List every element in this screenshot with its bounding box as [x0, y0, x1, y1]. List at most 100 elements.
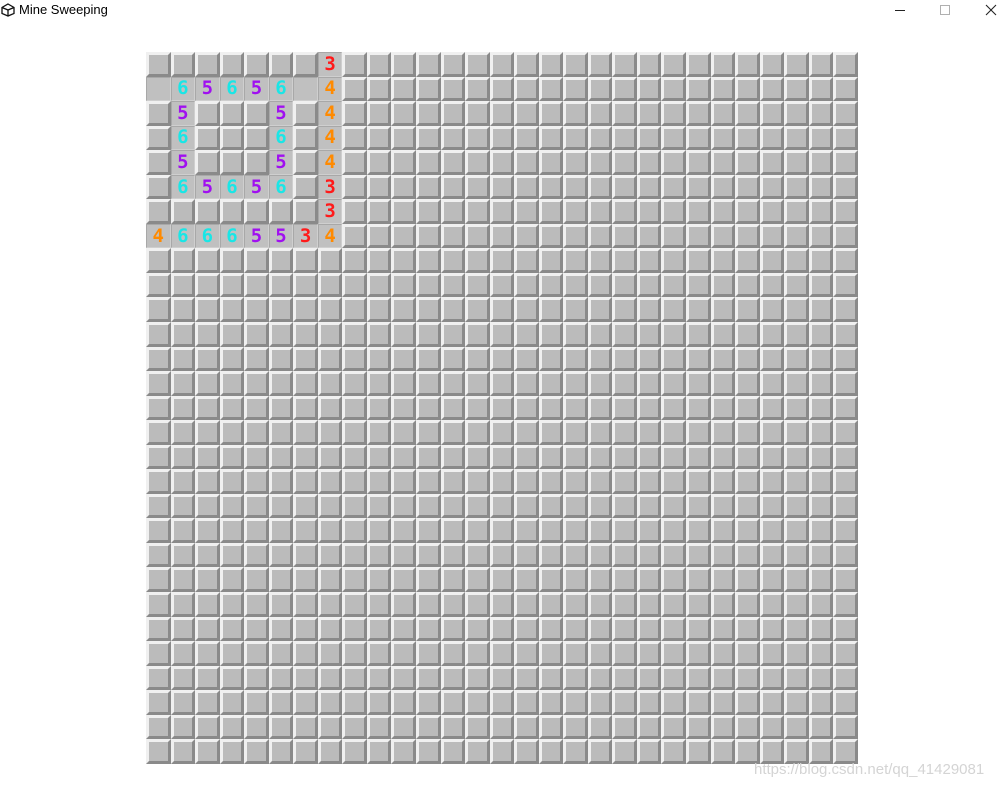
- covered-cell[interactable]: [342, 297, 367, 323]
- covered-cell[interactable]: [784, 665, 809, 691]
- covered-cell[interactable]: [784, 641, 809, 666]
- covered-cell[interactable]: [293, 641, 318, 666]
- covered-cell[interactable]: [268, 714, 294, 740]
- covered-cell[interactable]: [612, 199, 637, 224]
- covered-cell[interactable]: [440, 641, 466, 666]
- covered-cell[interactable]: [391, 272, 417, 298]
- covered-cell[interactable]: [612, 395, 637, 421]
- covered-cell[interactable]: [293, 714, 318, 740]
- covered-cell[interactable]: [465, 665, 490, 691]
- covered-cell[interactable]: [833, 297, 858, 323]
- covered-cell[interactable]: [391, 739, 417, 764]
- covered-cell[interactable]: [759, 125, 785, 151]
- revealed-cell-number[interactable]: 4: [317, 125, 343, 151]
- covered-cell[interactable]: [416, 297, 441, 323]
- covered-cell[interactable]: [366, 371, 392, 396]
- covered-cell[interactable]: [195, 542, 220, 568]
- revealed-cell-number[interactable]: 6: [170, 223, 196, 249]
- covered-cell[interactable]: [612, 567, 637, 593]
- covered-cell[interactable]: [416, 272, 441, 298]
- covered-cell[interactable]: [710, 52, 736, 77]
- covered-cell[interactable]: [146, 518, 171, 543]
- covered-cell[interactable]: [686, 739, 711, 764]
- covered-cell[interactable]: [342, 690, 367, 715]
- covered-cell[interactable]: [563, 420, 588, 445]
- covered-cell[interactable]: [587, 371, 613, 396]
- covered-cell[interactable]: [244, 493, 269, 519]
- covered-cell[interactable]: [244, 248, 269, 273]
- covered-cell[interactable]: [317, 322, 343, 347]
- covered-cell[interactable]: [293, 125, 318, 151]
- covered-cell[interactable]: [416, 469, 441, 494]
- covered-cell[interactable]: [366, 346, 392, 372]
- covered-cell[interactable]: [416, 444, 441, 470]
- covered-cell[interactable]: [293, 371, 318, 396]
- covered-cell[interactable]: [538, 322, 564, 347]
- covered-cell[interactable]: [686, 76, 711, 102]
- covered-cell[interactable]: [612, 52, 637, 77]
- covered-cell[interactable]: [710, 395, 736, 421]
- covered-cell[interactable]: [759, 665, 785, 691]
- covered-cell[interactable]: [170, 714, 196, 740]
- covered-cell[interactable]: [416, 542, 441, 568]
- covered-cell[interactable]: [833, 518, 858, 543]
- covered-cell[interactable]: [587, 616, 613, 642]
- covered-cell[interactable]: [735, 469, 760, 494]
- covered-cell[interactable]: [686, 125, 711, 151]
- covered-cell[interactable]: [489, 395, 515, 421]
- covered-cell[interactable]: [146, 739, 171, 764]
- covered-cell[interactable]: [587, 567, 613, 593]
- revealed-cell-number[interactable]: 6: [219, 223, 245, 249]
- covered-cell[interactable]: [219, 248, 245, 273]
- covered-cell[interactable]: [661, 542, 687, 568]
- covered-cell[interactable]: [784, 690, 809, 715]
- covered-cell[interactable]: [686, 223, 711, 249]
- covered-cell[interactable]: [366, 199, 392, 224]
- covered-cell[interactable]: [808, 101, 834, 126]
- covered-cell[interactable]: [759, 641, 785, 666]
- revealed-cell-number[interactable]: 3: [293, 223, 318, 249]
- covered-cell[interactable]: [195, 297, 220, 323]
- covered-cell[interactable]: [317, 469, 343, 494]
- covered-cell[interactable]: [686, 493, 711, 519]
- revealed-cell-number[interactable]: 5: [195, 174, 220, 200]
- covered-cell[interactable]: [538, 641, 564, 666]
- covered-cell[interactable]: [170, 371, 196, 396]
- covered-cell[interactable]: [489, 469, 515, 494]
- covered-cell[interactable]: [710, 297, 736, 323]
- covered-cell[interactable]: [195, 665, 220, 691]
- covered-cell[interactable]: [268, 346, 294, 372]
- covered-cell[interactable]: [416, 125, 441, 151]
- covered-cell[interactable]: [317, 641, 343, 666]
- covered-cell[interactable]: [833, 592, 858, 617]
- covered-cell[interactable]: [636, 444, 662, 470]
- revealed-cell-number[interactable]: 5: [244, 223, 269, 249]
- covered-cell[interactable]: [686, 346, 711, 372]
- covered-cell[interactable]: [440, 371, 466, 396]
- covered-cell[interactable]: [538, 592, 564, 617]
- covered-cell[interactable]: [391, 567, 417, 593]
- covered-cell[interactable]: [416, 223, 441, 249]
- covered-cell[interactable]: [342, 714, 367, 740]
- covered-cell[interactable]: [195, 493, 220, 519]
- covered-cell[interactable]: [170, 493, 196, 519]
- covered-cell[interactable]: [465, 592, 490, 617]
- covered-cell[interactable]: [784, 199, 809, 224]
- covered-cell[interactable]: [636, 641, 662, 666]
- covered-cell[interactable]: [587, 641, 613, 666]
- covered-cell[interactable]: [440, 739, 466, 764]
- covered-cell[interactable]: [366, 665, 392, 691]
- covered-cell[interactable]: [293, 739, 318, 764]
- covered-cell[interactable]: [636, 371, 662, 396]
- covered-cell[interactable]: [391, 518, 417, 543]
- revealed-cell-number[interactable]: 6: [195, 223, 220, 249]
- covered-cell[interactable]: [195, 248, 220, 273]
- covered-cell[interactable]: [317, 272, 343, 298]
- covered-cell[interactable]: [391, 150, 417, 175]
- covered-cell[interactable]: [465, 739, 490, 764]
- covered-cell[interactable]: [195, 322, 220, 347]
- covered-cell[interactable]: [366, 714, 392, 740]
- covered-cell[interactable]: [784, 223, 809, 249]
- covered-cell[interactable]: [636, 248, 662, 273]
- covered-cell[interactable]: [784, 52, 809, 77]
